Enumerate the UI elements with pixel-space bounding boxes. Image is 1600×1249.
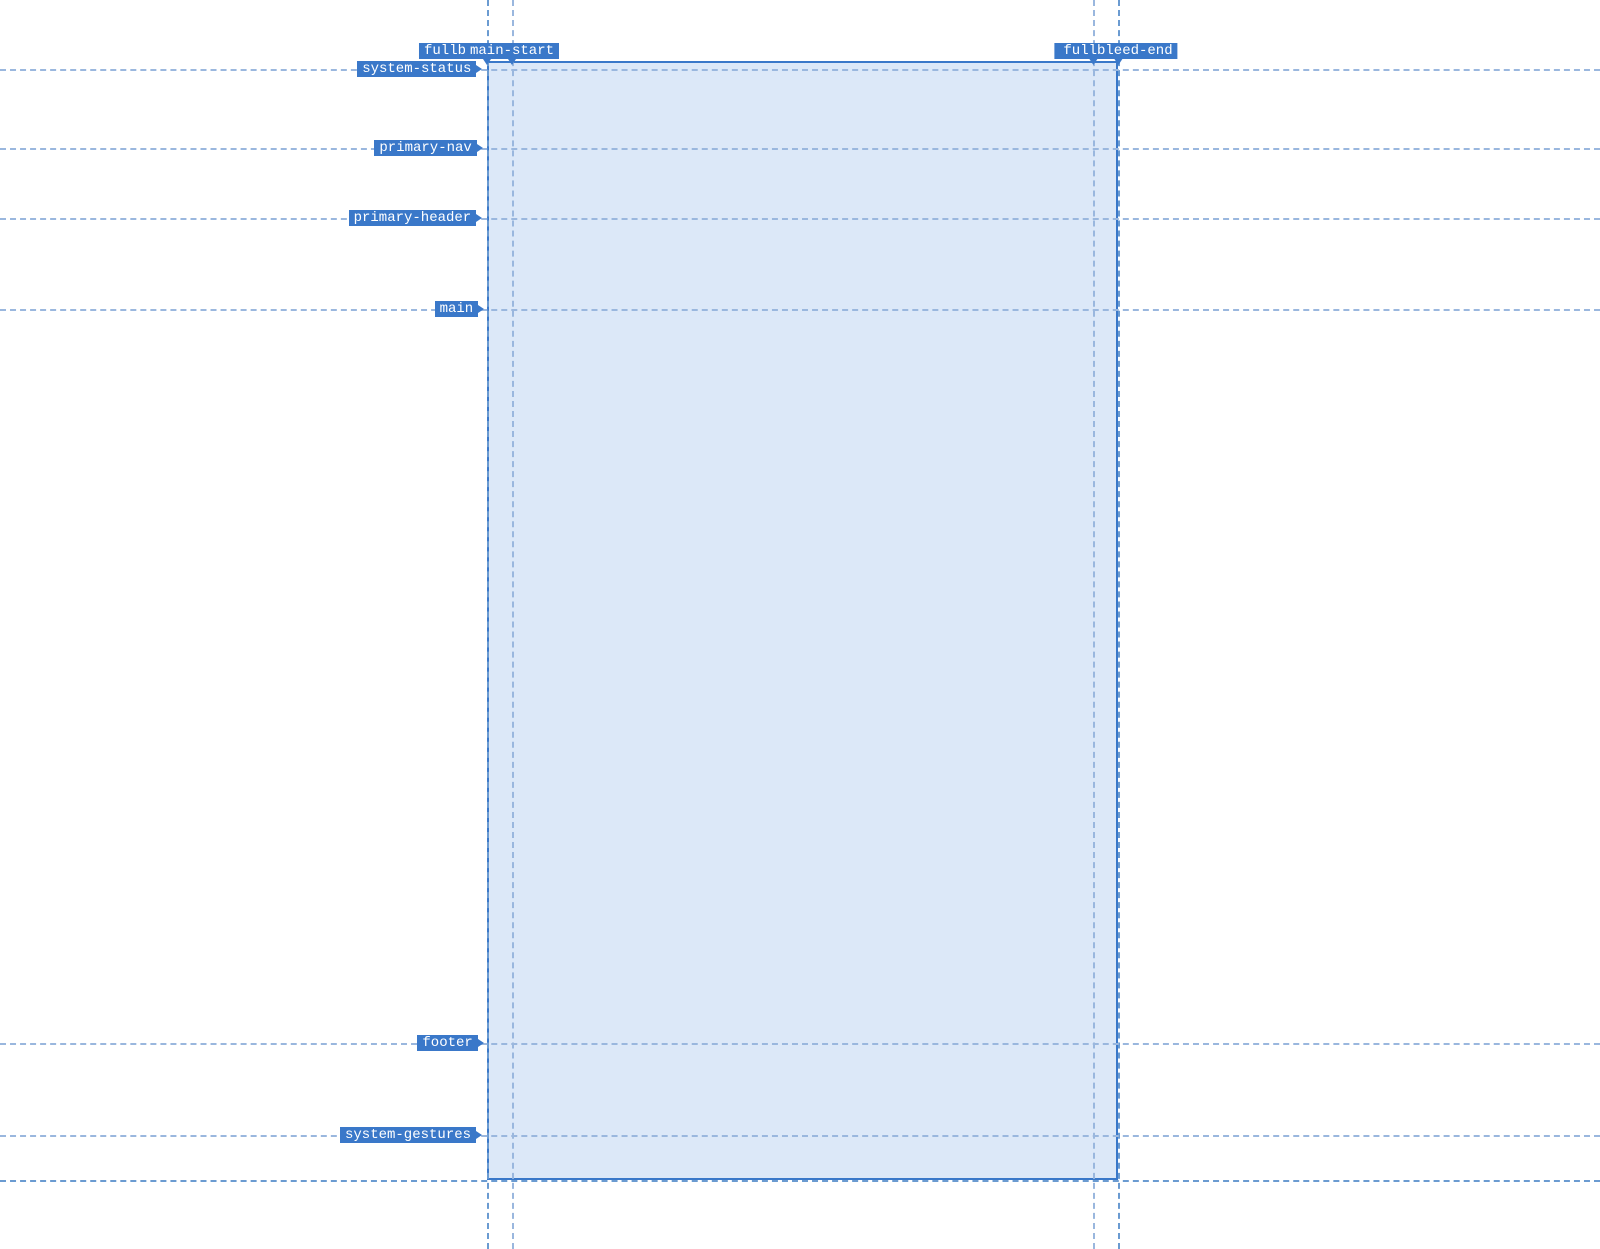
row-label-main: main [435, 301, 479, 317]
grid-diagram: fullbleed-startmain-startmain-endfullble… [0, 0, 1600, 1249]
row-label-text: main [440, 301, 474, 317]
row-label-text: primary-nav [379, 140, 471, 156]
column-label-text: fullbleed-end [1063, 43, 1172, 59]
row-label-text: system-status [362, 61, 471, 77]
column-line-fullbleed-end [1118, 0, 1120, 1249]
row-label-text: system-gestures [345, 1127, 471, 1143]
column-label-text: main-start [470, 43, 554, 59]
row-line-bottom-bleed [0, 1180, 1600, 1182]
row-label-text: primary-header [354, 210, 472, 226]
row-label-system-status: system-status [357, 61, 476, 77]
row-label-primary-header: primary-header [349, 210, 477, 226]
row-label-system-gestures: system-gestures [340, 1127, 476, 1143]
column-label-main-start: main-start [465, 43, 559, 59]
viewport-area [487, 61, 1118, 1180]
column-label-fullbleed-end: fullbleed-end [1058, 43, 1177, 59]
row-label-footer: footer [417, 1035, 477, 1051]
row-label-primary-nav: primary-nav [374, 140, 476, 156]
row-label-text: footer [422, 1035, 472, 1051]
